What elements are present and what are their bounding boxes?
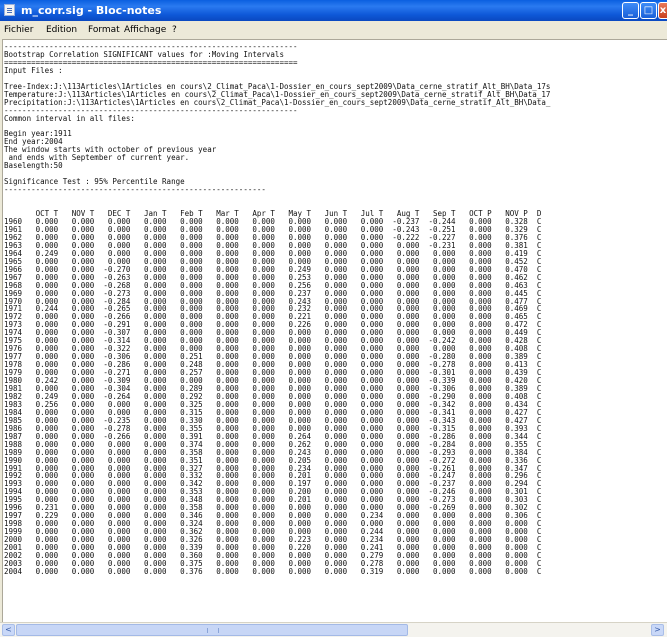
menu-edit[interactable]: Edition: [46, 21, 77, 39]
maximize-button[interactable]: □: [640, 2, 657, 19]
horizontal-scrollbar[interactable]: < >: [0, 622, 667, 637]
notepad-icon[interactable]: [4, 4, 15, 16]
menu-file[interactable]: Fichier: [4, 21, 33, 39]
table-cell: 0.000: [58, 566, 95, 576]
text-line: ----------------------------------------…: [4, 185, 266, 195]
table-cell: 0.000: [130, 566, 167, 576]
table-cell: 0.000: [94, 566, 131, 576]
table-cell: 0.000: [311, 566, 348, 576]
table-cell: 0.000: [383, 566, 420, 576]
table-cell: 0.000: [455, 566, 492, 576]
menu-view[interactable]: Affichage: [124, 21, 166, 39]
notepad-window: m_corr.sig - Bloc-notes _ □ x Fichier Ed…: [0, 0, 667, 637]
menu-bar: Fichier Edition Format Affichage ?: [0, 21, 667, 39]
scroll-right-arrow-icon[interactable]: >: [651, 624, 664, 636]
menu-help[interactable]: ?: [172, 21, 177, 39]
table-cell: 0.000: [202, 566, 239, 576]
correlation-table: OCT T NOV T DEC T Jan T Feb T Mar T Apr …: [4, 209, 541, 576]
close-button[interactable]: x: [658, 2, 667, 19]
table-cell: 0.000: [238, 566, 275, 576]
table-cell: C: [527, 566, 542, 576]
table-cell: 0.000: [491, 566, 528, 576]
text-line: Input Files :: [4, 65, 63, 75]
table-cell: 0.000: [274, 566, 312, 576]
table-cell: 0.000: [22, 566, 59, 576]
grip-icon: [207, 628, 219, 633]
title-bar[interactable]: m_corr.sig - Bloc-notes _ □ x: [0, 0, 667, 21]
table-cell: 0.319: [347, 566, 384, 576]
table-cell: 0.000: [419, 566, 456, 576]
scroll-left-arrow-icon[interactable]: <: [2, 624, 15, 636]
text-line: Baselength:50: [4, 161, 63, 171]
table-body: 1960 0.000 0.000 0.000 0.000 0.000 0.000…: [4, 217, 541, 576]
table-cell: 0.376: [166, 566, 203, 576]
menu-format[interactable]: Format: [88, 21, 120, 39]
minimize-button[interactable]: _: [622, 2, 639, 19]
year-cell: 2004: [4, 566, 23, 576]
scrollbar-thumb[interactable]: [16, 624, 408, 636]
text-line: Common interval in all files:: [4, 113, 135, 123]
text-editor-area[interactable]: ----------------------------------------…: [2, 39, 667, 622]
table-row: 2004 0.000 0.000 0.000 0.000 0.376 0.000…: [4, 567, 541, 576]
document-header: ----------------------------------------…: [4, 42, 550, 194]
document-text: ----------------------------------------…: [4, 43, 550, 576]
window-title: m_corr.sig - Bloc-notes: [21, 4, 162, 17]
